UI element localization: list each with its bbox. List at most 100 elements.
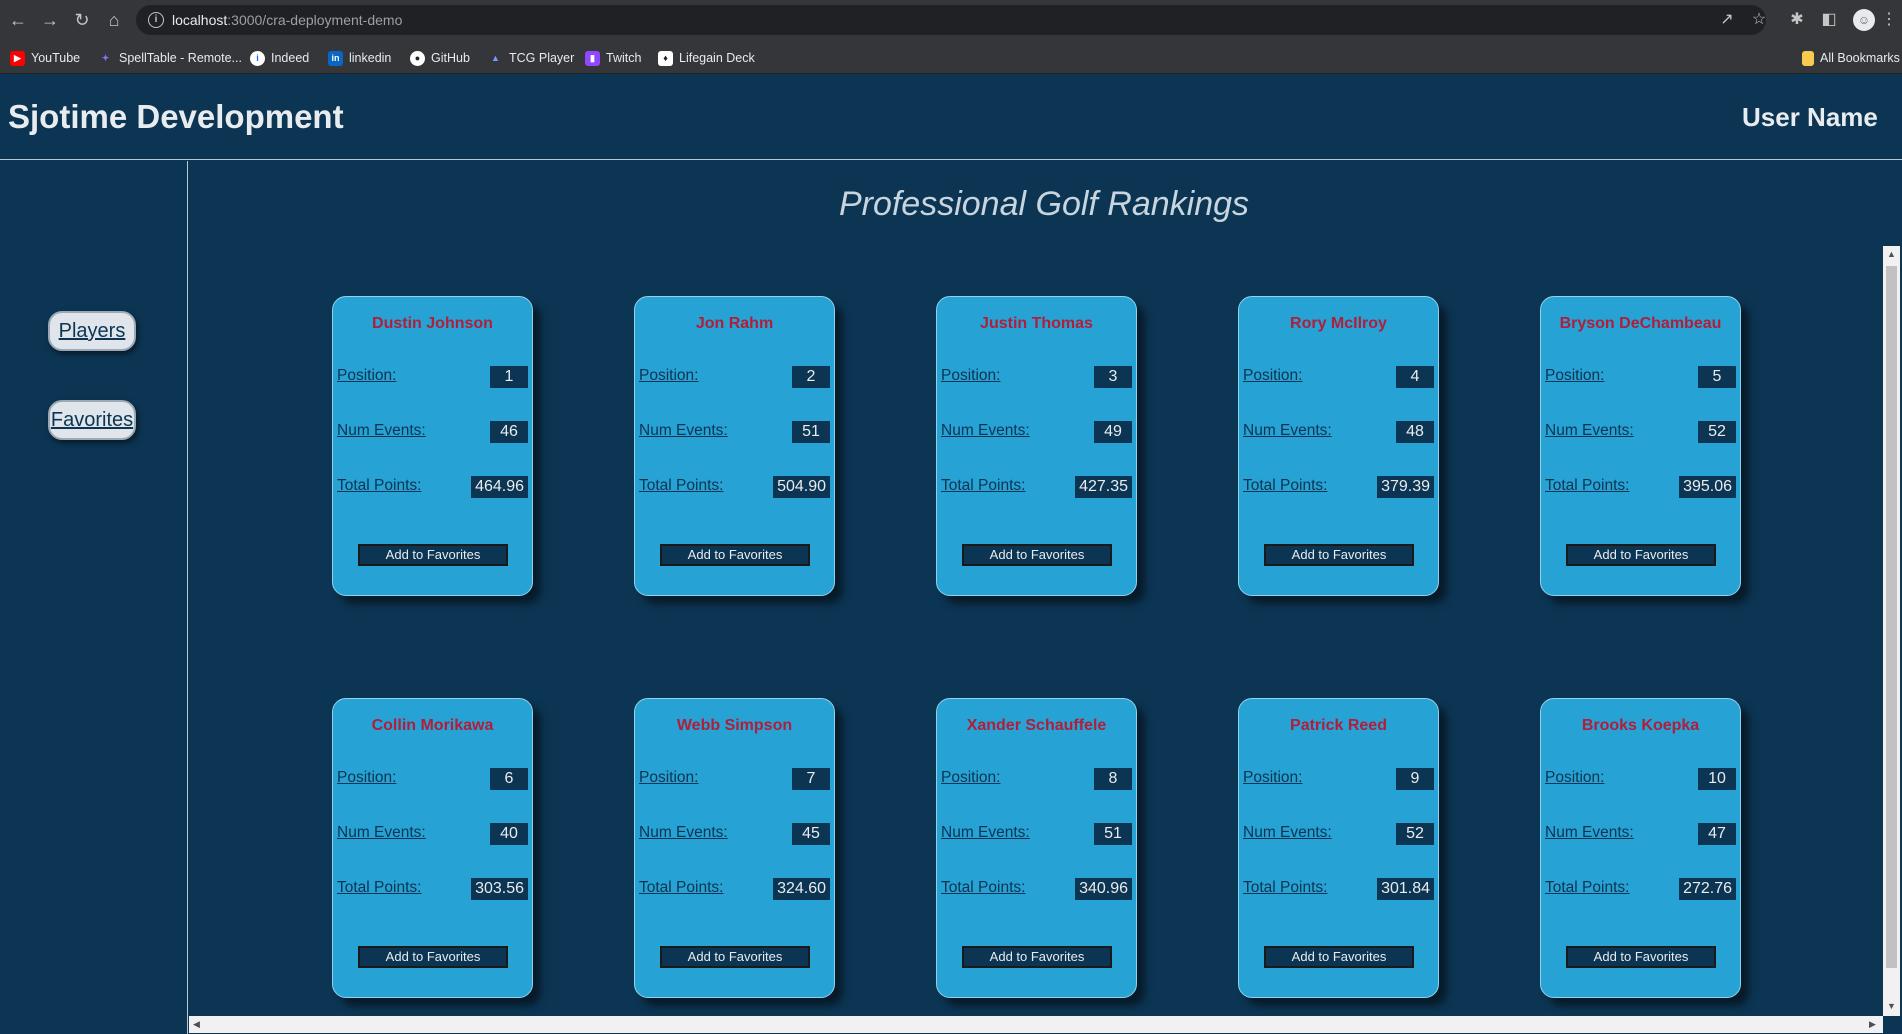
num-events-label[interactable]: Num Events: — [941, 422, 1030, 440]
total-points-label[interactable]: Total Points: — [337, 477, 421, 495]
add-to-favorites-button[interactable]: Add to Favorites — [358, 946, 508, 968]
github-icon: ● — [410, 50, 425, 66]
total-points-value: 427.35 — [1075, 476, 1132, 498]
vertical-scrollbar[interactable]: ▲ ▼ — [1883, 246, 1900, 1016]
sidebar-item-favorites[interactable]: Favorites — [48, 400, 136, 440]
bookmark-lifegain-deck[interactable]: ♦ Lifegain Deck — [658, 49, 755, 67]
back-icon[interactable]: ← — [6, 8, 30, 32]
position-value: 2 — [792, 366, 830, 388]
position-label[interactable]: Position: — [639, 769, 698, 787]
position-value: 10 — [1698, 768, 1736, 790]
position-value: 3 — [1094, 366, 1132, 388]
position-label[interactable]: Position: — [1545, 367, 1604, 385]
indeed-icon: i — [250, 50, 265, 66]
total-points-label[interactable]: Total Points: — [1243, 879, 1327, 897]
player-card: Brooks Koepka Position: 10 Num Events: 47 Tot… — [1540, 698, 1741, 998]
add-to-favorites-button[interactable]: Add to Favorites — [660, 544, 810, 566]
bookmark-twitch[interactable]: ▮ Twitch — [585, 49, 641, 67]
bookmark-youtube[interactable]: ▶ YouTube — [10, 49, 80, 67]
num-events-label[interactable]: Num Events: — [1243, 422, 1332, 440]
player-name: Dustin Johnson — [372, 315, 493, 332]
scroll-left-icon[interactable]: ◀ — [193, 1019, 200, 1030]
num-events-label[interactable]: Num Events: — [337, 422, 426, 440]
num-events-label[interactable]: Num Events: — [337, 824, 426, 842]
bookmark-spelltable[interactable]: ✦ SpellTable - Remote... — [98, 49, 242, 67]
position-label[interactable]: Position: — [941, 769, 1000, 787]
position-label[interactable]: Position: — [337, 367, 396, 385]
app-title: Sjotime Development — [8, 98, 344, 135]
total-points-value: 272.76 — [1679, 878, 1736, 900]
position-value: 1 — [490, 366, 528, 388]
total-points-label[interactable]: Total Points: — [639, 477, 723, 495]
horizontal-scrollbar[interactable]: ◀ ▶ — [189, 1016, 1883, 1033]
total-points-label[interactable]: Total Points: — [639, 879, 723, 897]
num-events-value: 48 — [1396, 421, 1434, 443]
player-name: Bryson DeChambeau — [1559, 315, 1722, 332]
position-value: 9 — [1396, 768, 1434, 790]
site-info-icon[interactable]: i — [148, 12, 164, 28]
num-events-label[interactable]: Num Events: — [639, 824, 728, 842]
player-card: Dustin Johnson Position: 1 Num Events: 46 Tot… — [332, 296, 533, 596]
total-points-value: 303.56 — [471, 878, 528, 900]
url-text[interactable]: localhost:3000/cra-deployment-demo — [172, 12, 402, 28]
position-label[interactable]: Position: — [941, 367, 1000, 385]
address-bar[interactable]: i localhost:3000/cra-deployment-demo — [136, 5, 1766, 35]
add-to-favorites-button[interactable]: Add to Favorites — [962, 544, 1112, 566]
num-events-label[interactable]: Num Events: — [1545, 422, 1634, 440]
num-events-value: 47 — [1698, 823, 1736, 845]
bookmark-indeed[interactable]: i Indeed — [250, 49, 309, 67]
add-to-favorites-button[interactable]: Add to Favorites — [1264, 946, 1414, 968]
forward-icon[interactable]: → — [38, 8, 62, 32]
scrollbar-thumb[interactable] — [1886, 266, 1897, 968]
bookmark-star-icon[interactable]: ☆ — [1747, 8, 1771, 32]
num-events-label[interactable]: Num Events: — [1545, 824, 1634, 842]
share-icon[interactable]: ↗ — [1715, 8, 1739, 32]
scroll-right-icon[interactable]: ▶ — [1869, 1019, 1876, 1030]
total-points-label[interactable]: Total Points: — [1545, 879, 1629, 897]
position-label[interactable]: Position: — [1545, 769, 1604, 787]
num-events-value: 51 — [1094, 823, 1132, 845]
add-to-favorites-button[interactable]: Add to Favorites — [1264, 544, 1414, 566]
side-panel-icon[interactable]: ◧ — [1817, 8, 1841, 32]
sidebar-item-players[interactable]: Players — [48, 311, 136, 351]
lifegain-deck-icon: ♦ — [658, 50, 673, 66]
all-bookmarks[interactable]: All Bookmarks — [1802, 49, 1900, 67]
position-value: 7 — [792, 768, 830, 790]
youtube-icon: ▶ — [10, 50, 25, 66]
bookmark-tcg-player[interactable]: ▲ TCG Player — [488, 49, 574, 67]
bookmark-github[interactable]: ● GitHub — [410, 49, 470, 67]
num-events-value: 46 — [490, 421, 528, 443]
user-name[interactable]: User Name — [1742, 102, 1878, 133]
position-value: 8 — [1094, 768, 1132, 790]
total-points-label[interactable]: Total Points: — [1545, 477, 1629, 495]
add-to-favorites-button[interactable]: Add to Favorites — [358, 544, 508, 566]
menu-kebab-icon[interactable]: ⋮ — [1877, 8, 1901, 32]
total-points-label[interactable]: Total Points: — [1243, 477, 1327, 495]
num-events-label[interactable]: Num Events: — [941, 824, 1030, 842]
position-label[interactable]: Position: — [1243, 769, 1302, 787]
num-events-label[interactable]: Num Events: — [639, 422, 728, 440]
sidebar: Players Favorites — [0, 161, 188, 1034]
add-to-favorites-button[interactable]: Add to Favorites — [660, 946, 810, 968]
extensions-icon[interactable]: ✱ — [1785, 8, 1809, 32]
profile-avatar-icon[interactable]: ☺ — [1853, 9, 1875, 31]
home-icon[interactable]: ⌂ — [102, 8, 126, 32]
bookmark-linkedin[interactable]: in linkedin — [328, 49, 391, 67]
position-label[interactable]: Position: — [639, 367, 698, 385]
add-to-favorites-button[interactable]: Add to Favorites — [1566, 946, 1716, 968]
position-label[interactable]: Position: — [337, 769, 396, 787]
player-card: Bryson DeChambeau Position: 5 Num Events: 52… — [1540, 296, 1741, 596]
player-name: Brooks Koepka — [1581, 717, 1700, 734]
total-points-label[interactable]: Total Points: — [941, 879, 1025, 897]
player-name: Jon Rahm — [695, 315, 774, 332]
total-points-label[interactable]: Total Points: — [941, 477, 1025, 495]
add-to-favorites-button[interactable]: Add to Favorites — [962, 946, 1112, 968]
num-events-label[interactable]: Num Events: — [1243, 824, 1332, 842]
player-card: Collin Morikawa Position: 6 Num Events: 40 To… — [332, 698, 533, 998]
total-points-label[interactable]: Total Points: — [337, 879, 421, 897]
reload-icon[interactable]: ↻ — [70, 8, 94, 32]
scroll-down-icon[interactable]: ▼ — [1887, 1001, 1896, 1011]
add-to-favorites-button[interactable]: Add to Favorites — [1566, 544, 1716, 566]
scroll-up-icon[interactable]: ▲ — [1887, 249, 1896, 259]
position-label[interactable]: Position: — [1243, 367, 1302, 385]
